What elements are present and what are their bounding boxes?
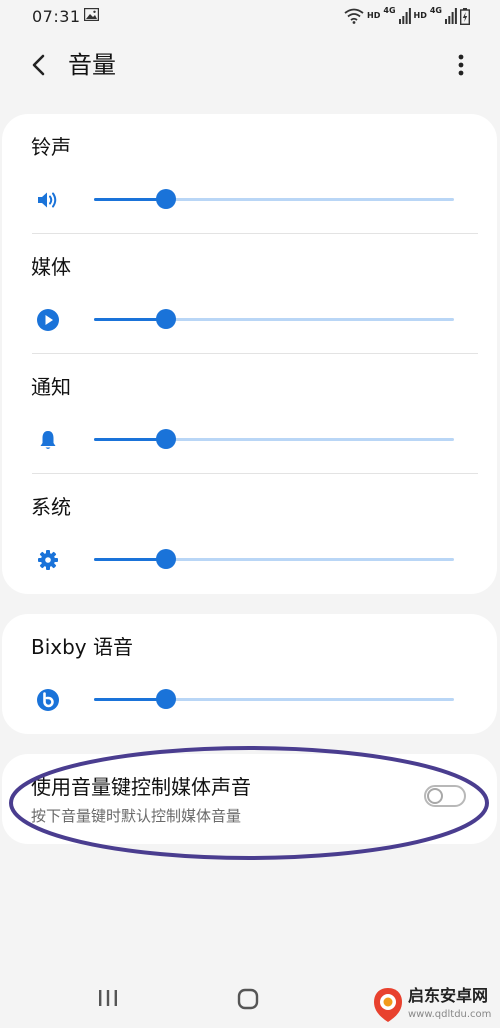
media-volume-slider[interactable]	[94, 309, 454, 329]
slider-thumb[interactable]	[156, 689, 176, 709]
back-arrow-icon[interactable]	[24, 50, 54, 80]
recent-apps-icon[interactable]	[96, 988, 120, 1008]
bixby-label: Bixby 语音	[31, 635, 134, 659]
notification-volume-slider[interactable]	[94, 429, 454, 449]
media-key-toggle-card[interactable]: 使用音量键控制媒体声音 按下音量键时默认控制媒体音量	[2, 754, 497, 844]
signal-icon-2	[445, 8, 457, 24]
watermark-title: 启东安卓网	[408, 986, 489, 1005]
status-bar: 07:31 HD 4G HD 4G	[0, 0, 500, 34]
network-type-1: 4G	[383, 6, 396, 15]
more-options-icon[interactable]	[446, 50, 476, 80]
media-volume-row: 媒体	[2, 234, 497, 354]
toggle-subtitle: 按下音量键时默认控制媒体音量	[31, 807, 242, 825]
slider-thumb[interactable]	[156, 309, 176, 329]
hd-badge-1: HD	[367, 11, 381, 20]
bixby-volume-row: Bixby 语音	[2, 614, 497, 734]
slider-thumb[interactable]	[156, 189, 176, 209]
image-notification-icon	[84, 8, 99, 21]
hd-badge-2: HD	[413, 11, 427, 20]
bixby-icon	[37, 689, 59, 711]
system-volume-row: 系统	[2, 474, 497, 594]
notification-volume-row: 通知	[2, 354, 497, 474]
watermark-logo-icon	[374, 988, 402, 1022]
network-type-2: 4G	[429, 6, 442, 15]
volume-card: 铃声 媒体 通知 系统	[2, 114, 497, 594]
slider-thumb[interactable]	[156, 429, 176, 449]
signal-icon-1	[398, 8, 411, 24]
bell-icon	[40, 431, 56, 449]
home-button-icon[interactable]	[236, 988, 260, 1010]
ringtone-volume-slider[interactable]	[94, 189, 454, 209]
toggle-title: 使用音量键控制媒体声音	[31, 775, 251, 799]
watermark-url: www.qdltdu.com	[408, 1009, 492, 1020]
site-watermark: 启东安卓网 www.qdltdu.com	[368, 982, 500, 1028]
bixby-card: Bixby 语音	[2, 614, 497, 734]
slider-thumb[interactable]	[156, 549, 176, 569]
system-volume-slider[interactable]	[94, 549, 454, 569]
media-label: 媒体	[31, 255, 71, 279]
ringtone-label: 铃声	[31, 135, 71, 159]
media-key-toggle-switch[interactable]	[424, 785, 466, 807]
ringtone-volume-row: 铃声	[2, 114, 497, 234]
page-title: 音量	[68, 51, 116, 79]
play-icon	[37, 309, 59, 331]
battery-icon	[460, 7, 470, 25]
gear-icon	[38, 550, 58, 570]
bixby-volume-slider[interactable]	[94, 689, 454, 709]
wifi-icon	[344, 8, 364, 24]
speaker-icon	[38, 192, 57, 208]
notification-label: 通知	[31, 375, 71, 399]
toggle-knob	[427, 788, 443, 804]
system-label: 系统	[31, 495, 71, 519]
status-icons: HD 4G HD 4G	[344, 6, 470, 26]
status-time: 07:31	[32, 7, 81, 26]
app-header: 音量	[0, 38, 500, 92]
